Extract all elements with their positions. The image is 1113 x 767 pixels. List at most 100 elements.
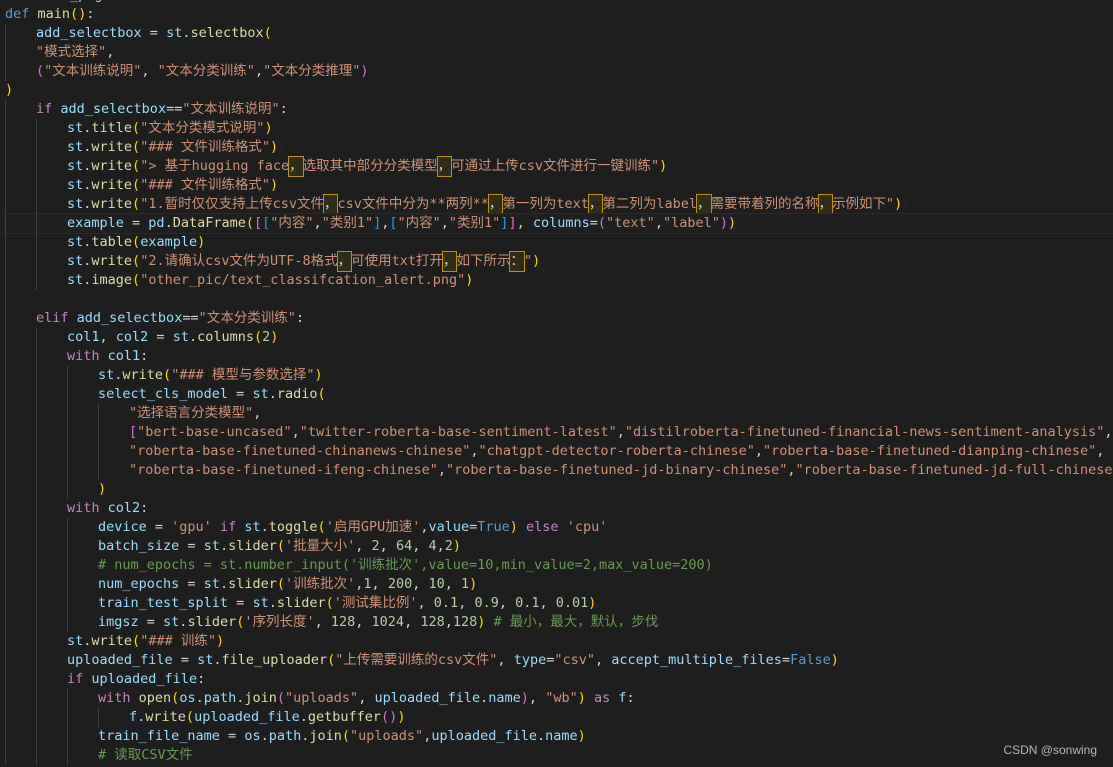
code-token: "内容" bbox=[397, 215, 441, 231]
code-line-content: ["bert-base-uncased","twitter-roberta-ba… bbox=[129, 424, 1113, 440]
code-token: ) bbox=[577, 690, 586, 706]
code-line[interactable]: col1, col2 = st.columns(2) bbox=[5, 328, 1113, 347]
code-line[interactable]: select_cls_model = st.radio( bbox=[5, 385, 1113, 404]
code-token: join bbox=[244, 690, 277, 706]
code-line[interactable]: # 读取CSV文件 bbox=[5, 746, 1113, 765]
indent-guide bbox=[5, 271, 6, 290]
code-line[interactable]: train_test_split = st.slider('测试集比例', 0.… bbox=[5, 594, 1113, 613]
code-line[interactable]: device = 'gpu' if st.toggle('启用GPU加速',va… bbox=[5, 518, 1113, 537]
code-line[interactable] bbox=[5, 290, 1113, 309]
code-token: st bbox=[197, 652, 214, 668]
code-token: ) bbox=[397, 709, 406, 725]
code-token: ( bbox=[245, 215, 254, 231]
code-token: ( bbox=[132, 196, 141, 212]
code-token: write bbox=[91, 177, 133, 193]
code-token: uploaded_file bbox=[374, 690, 481, 706]
code-line[interactable]: st.write("> 基于hugging face，选取其中部分分类模型，可通… bbox=[5, 156, 1113, 177]
code-line[interactable]: train_file_name = os.path.join("uploads"… bbox=[5, 727, 1113, 746]
code-token: path bbox=[268, 728, 302, 744]
code-line[interactable]: def main(): bbox=[5, 5, 1113, 24]
indent-guide bbox=[5, 214, 6, 233]
code-line[interactable]: st.title("文本分类模式说明") bbox=[5, 119, 1113, 138]
code-lines[interactable]: st.set_pagedef main():add_selectbox = st… bbox=[4, 0, 1113, 765]
code-line[interactable]: st.image("other_pic/text_classifcation_a… bbox=[5, 271, 1113, 290]
code-line-content: with open(os.path.join("uploads", upload… bbox=[98, 690, 635, 706]
code-line[interactable]: st.write("### 文件训练格式") bbox=[5, 138, 1113, 157]
code-line[interactable]: f.write(uploaded_file.getbuffer()) bbox=[5, 708, 1113, 727]
code-token: "uploads" bbox=[285, 690, 359, 706]
code-token: ) bbox=[659, 158, 668, 174]
code-token: ) bbox=[719, 215, 728, 231]
code-line[interactable]: "roberta-base-finetuned-ifeng-chinese","… bbox=[5, 461, 1113, 480]
code-line[interactable]: ) bbox=[5, 81, 1113, 100]
code-line[interactable]: ["bert-base-uncased","twitter-roberta-ba… bbox=[5, 423, 1113, 442]
code-token: , bbox=[654, 215, 663, 231]
code-token: ( bbox=[325, 595, 334, 611]
code-token: "roberta-base-finetuned-dianping-chinese… bbox=[763, 443, 1097, 459]
code-token: 如下所示 bbox=[456, 253, 511, 269]
code-token: ( bbox=[132, 139, 141, 155]
code-line[interactable]: uploaded_file = st.file_uploader("上传需要训练… bbox=[5, 651, 1113, 670]
code-line[interactable]: "roberta-base-finetuned-chinanews-chines… bbox=[5, 442, 1113, 461]
indent-guide bbox=[36, 271, 37, 290]
code-token: ) bbox=[830, 652, 839, 668]
code-line[interactable]: if uploaded_file: bbox=[5, 670, 1113, 689]
code-line[interactable]: ("文本训练说明", "文本分类训练","文本分类推理") bbox=[5, 62, 1113, 81]
code-token: st bbox=[67, 120, 84, 136]
code-token: # 最小，最大，默认，步伐 bbox=[493, 614, 659, 630]
code-token: 1024 bbox=[371, 614, 405, 630]
code-line[interactable]: with col2: bbox=[5, 499, 1113, 518]
code-token: = bbox=[589, 215, 598, 231]
indent-guide bbox=[5, 119, 6, 138]
code-line[interactable]: "选择语言分类模型", bbox=[5, 404, 1113, 423]
code-token: col1 bbox=[67, 329, 100, 345]
code-token: == bbox=[166, 101, 183, 117]
code-token: ( bbox=[597, 215, 607, 231]
code-line-content: "roberta-base-finetuned-chinanews-chines… bbox=[129, 443, 1104, 459]
indent-guide bbox=[5, 157, 6, 176]
indent-guide bbox=[5, 727, 6, 746]
code-line[interactable]: ) bbox=[5, 480, 1113, 499]
code-token: "csv" bbox=[554, 652, 595, 668]
code-line[interactable]: # num_epochs = st.number_input('训练批次',va… bbox=[5, 556, 1113, 575]
code-line[interactable]: st.write("### 模型与参数选择") bbox=[5, 366, 1113, 385]
code-line[interactable]: num_epochs = st.slider('训练批次',1, 200, 10… bbox=[5, 575, 1113, 594]
code-token: 2 bbox=[371, 538, 380, 554]
indent-guide bbox=[67, 537, 68, 556]
code-line[interactable]: add_selectbox = st.selectbox( bbox=[5, 24, 1113, 43]
code-line-content: device = 'gpu' if st.toggle('启用GPU加速',va… bbox=[98, 519, 607, 535]
code-token: , bbox=[253, 405, 262, 421]
code-line[interactable]: st.write("### 文件训练格式") bbox=[5, 176, 1113, 195]
code-line[interactable]: elif add_selectbox=="文本分类训练": bbox=[5, 309, 1113, 328]
code-token: write bbox=[122, 367, 164, 383]
code-token: st bbox=[21, 0, 37, 3]
code-line[interactable]: with col1: bbox=[5, 347, 1113, 366]
code-line[interactable]: batch_size = st.slider('批量大小', 2, 64, 4,… bbox=[5, 537, 1113, 556]
code-token: , bbox=[106, 44, 115, 60]
code-line[interactable]: st.write("2.请确认csv文件为UTF-8格式，可使用txt打开，如下… bbox=[5, 251, 1113, 272]
fullwidth-char-warning: ， bbox=[817, 194, 833, 215]
code-token: toggle bbox=[268, 519, 318, 535]
code-line[interactable]: "模式选择", bbox=[5, 43, 1113, 62]
fullwidth-char-warning: ： bbox=[509, 251, 525, 272]
code-line-content: batch_size = st.slider('批量大小', 2, 64, 4,… bbox=[98, 538, 461, 554]
code-token: os bbox=[244, 728, 261, 744]
code-line[interactable]: with open(os.path.join("uploads", upload… bbox=[5, 689, 1113, 708]
code-line[interactable]: st.write("### 训练") bbox=[5, 632, 1113, 651]
code-token: . bbox=[219, 538, 229, 554]
code-token: , bbox=[539, 595, 556, 611]
code-token: st bbox=[252, 386, 269, 402]
indent-guide bbox=[67, 613, 68, 632]
code-line[interactable]: st.write("1.暂时仅仅支持上传csv文件，csv文件中分为**两列**… bbox=[5, 194, 1113, 215]
code-editor[interactable]: st.set_pagedef main():add_selectbox = st… bbox=[0, 0, 1113, 767]
code-line[interactable]: if add_selectbox=="文本训练说明": bbox=[5, 100, 1113, 119]
indent-guide bbox=[36, 632, 37, 651]
indent-guide bbox=[36, 518, 37, 537]
code-line[interactable]: example = pd.DataFrame([["内容","类别1"],["内… bbox=[4, 213, 1113, 234]
code-line[interactable]: imgsz = st.slider('序列长度', 128, 1024, 128… bbox=[5, 613, 1113, 632]
code-token: = bbox=[228, 386, 253, 402]
code-token: main bbox=[37, 6, 71, 22]
indent-guide bbox=[67, 708, 68, 727]
code-line[interactable]: st.table(example) bbox=[5, 233, 1113, 252]
